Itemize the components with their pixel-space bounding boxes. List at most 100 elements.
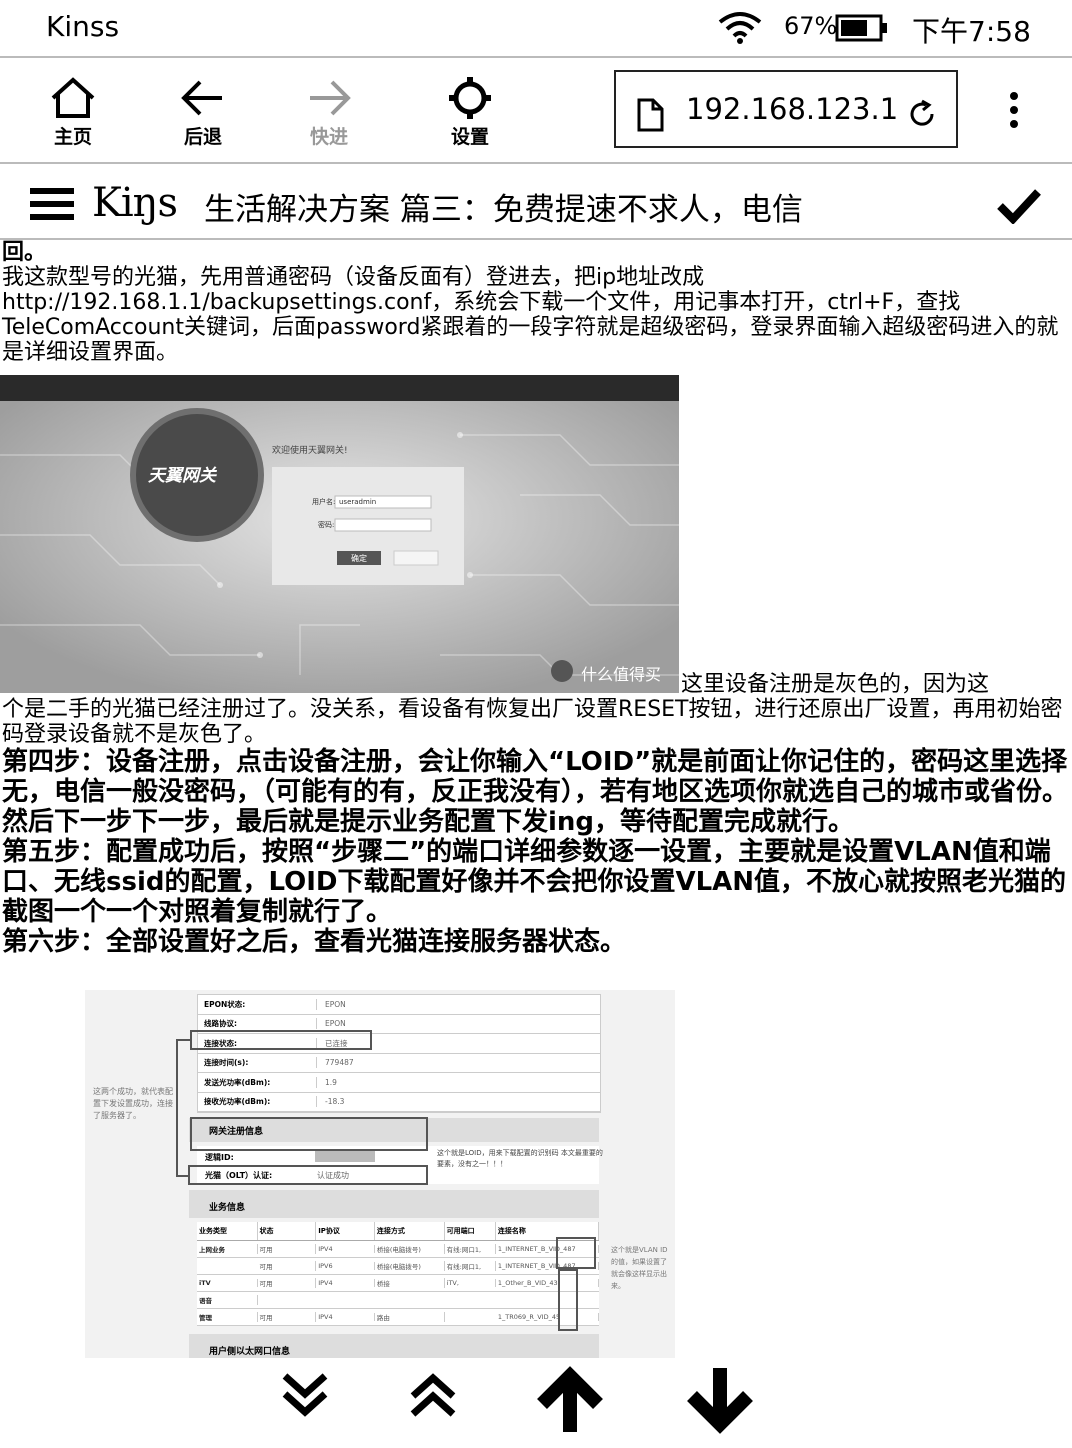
lan-header: 用户侧以太网口信息	[209, 1347, 291, 1357]
reload-icon[interactable]	[906, 98, 938, 134]
login-button: 确定	[351, 554, 367, 563]
welcome-text: 欢迎使用天翼网关!	[272, 446, 348, 456]
status-row: 连接时间(s): 779487	[198, 1054, 600, 1073]
forward-label: 快进	[309, 126, 348, 148]
business-row: 管理 可用 IPV4 路由 1_TR069_R_VID_45	[197, 1309, 599, 1326]
status-row: 接收光功率(dBm): -18.3	[198, 1093, 600, 1112]
business-column-header: 连接方式	[375, 1222, 445, 1240]
business-cell: 1_TR069_R_VID_45	[496, 1313, 599, 1321]
business-cell: 管理	[197, 1312, 258, 1322]
username-label: 用户名:	[312, 498, 336, 506]
business-cell: 可用	[258, 1278, 317, 1288]
status-table: EPON状态: EPON 线路协议: EPON 连接状态: 已连接连接时间(s): 7794…	[197, 994, 601, 1113]
business-row: iTV 可用 IPV4 桥接 iTV, 1_Other_B_VID_43	[197, 1275, 599, 1292]
business-cell: 上网业务	[197, 1244, 258, 1254]
lan-header-bar: 用户侧以太网口信息	[189, 1334, 599, 1358]
after-image-block: 个是二手的光猫已经注册过了。没关系，看设备有恢复出厂设置RESET按钮，进行还原…	[0, 697, 1072, 957]
article-title: 生活解决方案 篇三：免费提速不求人，电信	[204, 192, 803, 228]
status-value: 1.9	[325, 1077, 337, 1087]
gear-icon	[449, 77, 491, 119]
address-bar[interactable]: 192.168.123.1	[614, 70, 958, 148]
business-cell: 路由	[375, 1312, 445, 1322]
status-key: 发送光功率(dBm):	[198, 1076, 317, 1088]
business-cell: 有线:网口1,	[445, 1261, 496, 1271]
business-cell: iTV,	[445, 1279, 496, 1287]
status-value: EPON	[325, 1019, 346, 1029]
checkmark-icon[interactable]	[996, 186, 1042, 228]
olt-label: 光猫（OLT）认证:	[205, 1171, 273, 1180]
loid-label: 逻辑ID:	[205, 1153, 234, 1162]
clock: 下午7:58	[912, 15, 1031, 48]
battery-icon	[835, 14, 889, 46]
business-column-header: 可用端口	[445, 1222, 496, 1240]
status-key: 线路协议:	[198, 1018, 317, 1030]
article-title-bar: Kiŋs 生活解决方案 篇三：免费提速不求人，电信	[0, 164, 1072, 240]
gateway-header: 网关注册信息	[209, 1127, 264, 1137]
business-cell: 可用	[258, 1261, 317, 1271]
business-column-header: 连接名称	[496, 1222, 599, 1240]
business-cell: 1_INTERNET_B_VID_487	[496, 1245, 599, 1253]
business-cell: IPV4	[316, 1245, 375, 1253]
business-cell: 语音	[197, 1295, 258, 1305]
status-row: 发送光功率(dBm): 1.9	[198, 1073, 600, 1093]
login-screenshot-image: 天翼网关 欢迎使用天翼网关! 用户名: useradmin 密码: 确定 什么值…	[0, 375, 679, 693]
more-menu-icon[interactable]	[1002, 92, 1026, 132]
business-cell: IPV6	[316, 1262, 375, 1270]
brand-logo-text: 天翼网关	[148, 466, 216, 486]
forward-arrow-icon	[310, 80, 351, 116]
text-fragment: 回。	[2, 240, 47, 265]
page-navigation	[0, 1360, 1072, 1448]
status-value: 已连接	[325, 1038, 348, 1048]
status-key: 连接时间(s):	[198, 1057, 317, 1069]
forward-button[interactable]: 快进	[284, 76, 374, 149]
paragraph-2: 个是二手的光猫已经注册过了。没关系，看设备有恢复出厂设置RESET按钮，进行还原…	[2, 697, 1063, 747]
hamburger-menu-icon[interactable]	[30, 186, 74, 226]
back-arrow-icon	[181, 80, 222, 116]
status-row: 线路协议: EPON	[198, 1015, 600, 1034]
business-cell: IPV4	[316, 1279, 375, 1287]
browser-toolbar: 主页 后退 快进 设置 192.168.123.1	[0, 58, 1072, 164]
business-row: 可用 IPV6 桥接(电脑拨号) 有线:网口1, 1_INTERNET_B_VID_48…	[197, 1258, 599, 1275]
business-cell: 1_INTERNET_B_VID_487	[496, 1262, 599, 1270]
gateway-header-bar: 网关注册信息	[189, 1118, 599, 1142]
business-cell: 1_Other_B_VID_43	[496, 1279, 599, 1287]
business-row: 语音	[197, 1292, 599, 1309]
arrow-up-icon[interactable]	[534, 1366, 606, 1440]
settings-label: 设置	[450, 126, 489, 148]
business-header-bar: 业务信息	[189, 1190, 599, 1218]
arrow-down-icon[interactable]	[684, 1366, 756, 1440]
loid-redacted	[315, 1150, 375, 1162]
wifi-icon	[718, 10, 762, 48]
business-cell: 桥接	[375, 1278, 445, 1288]
status-bar: Kinss 67% 下午7:58	[0, 0, 1072, 58]
battery-percent: 67%	[784, 12, 838, 40]
paragraph-2-inline: 这里设备注册是灰色的，因为这	[681, 672, 990, 697]
loid-note: 这个就是LOID，用来下载配置的识别码 本文最重要的要素，没有之一！！！	[437, 1149, 603, 1168]
business-cell: iTV	[197, 1279, 258, 1287]
business-row: 上网业务 可用 IPV4 桥接(电脑拨号) 有线:网口1, 1_INTERNET_B_VI…	[197, 1241, 599, 1258]
paragraph-1: 我这款型号的光猫，先用普通密码（设备反面有）登进去，把ip地址改成http://…	[2, 265, 1059, 365]
back-button[interactable]: 后退	[158, 76, 248, 149]
business-cell: 可用	[258, 1312, 317, 1322]
page-icon	[636, 98, 664, 136]
home-button[interactable]: 主页	[28, 76, 118, 149]
app-name: Kinss	[46, 10, 120, 43]
double-chevron-up-icon[interactable]	[408, 1366, 458, 1426]
step-6: 第六步：全部设置好之后，查看光猫连接服务器状态。	[2, 927, 627, 957]
url-text: 192.168.123.1	[686, 92, 899, 126]
double-chevron-down-icon[interactable]	[280, 1366, 330, 1426]
olt-value: 认证成功	[317, 1171, 349, 1180]
business-column-header: IP协议	[316, 1222, 375, 1240]
home-label: 主页	[53, 126, 92, 148]
business-cell: IPV4	[316, 1313, 375, 1321]
status-value: EPON	[325, 999, 346, 1009]
status-row: 连接状态: 已连接	[198, 1034, 600, 1054]
article-content: 回。 我这款型号的光猫，先用普通密码（设备反面有）登进去，把ip地址改成http…	[0, 240, 1072, 1360]
back-label: 后退	[183, 126, 222, 148]
status-value: 779487	[325, 1058, 354, 1068]
gateway-table: 逻辑ID: 这个就是LOID，用来下载配置的识别码 本文最重要的要素，没有之一！…	[197, 1146, 603, 1184]
password-label: 密码:	[318, 521, 335, 529]
status-row: EPON状态: EPON	[198, 995, 600, 1015]
business-column-header: 业务类型	[197, 1222, 258, 1240]
settings-button[interactable]: 设置	[425, 76, 515, 149]
